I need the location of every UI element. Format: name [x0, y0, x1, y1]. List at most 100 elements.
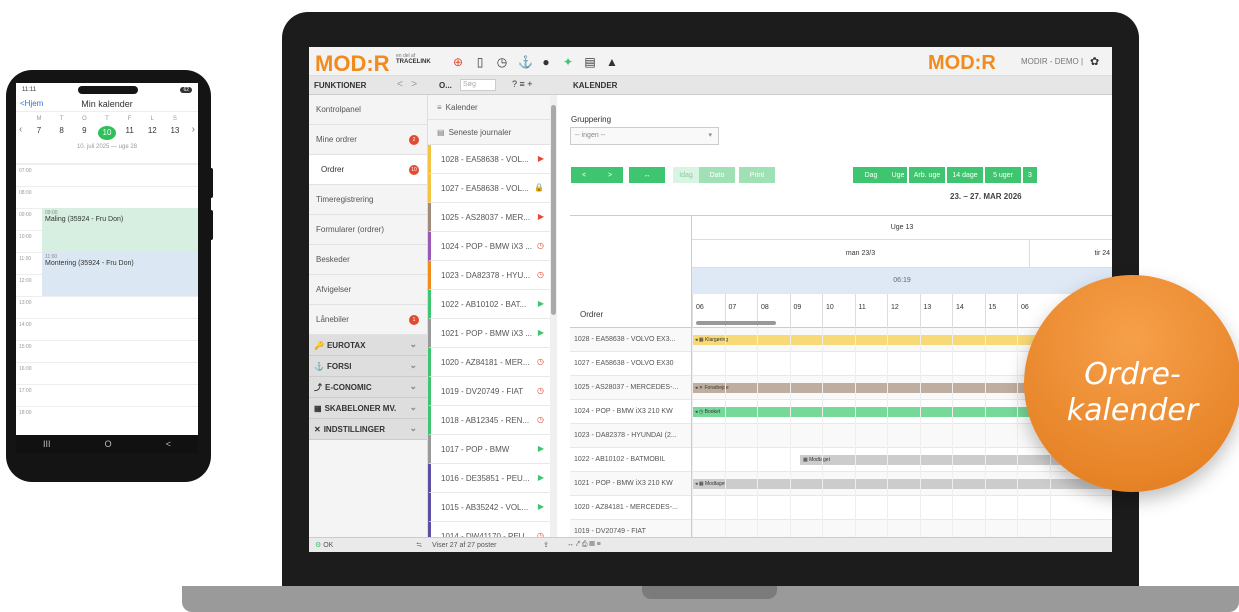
sidebar-item[interactable]: Beskeder	[309, 245, 427, 275]
sidebar-group[interactable]: ⚓ FORSI ⌄	[309, 356, 427, 377]
sidebar-item[interactable]: Lånebiler 1	[309, 305, 427, 335]
day-number[interactable]: 8	[53, 126, 71, 140]
sidebar-item[interactable]: Timeregistrering	[309, 185, 427, 215]
sidebar-group[interactable]: ⤴ E-CONOMIC ⌄	[309, 377, 427, 398]
grouping-select[interactable]: -- ingen -- ▾	[570, 127, 719, 145]
sidebar-group[interactable]: ▦ SKABELONER MV. ⌄	[309, 398, 427, 419]
calendar-button[interactable]: Print	[739, 167, 775, 183]
calendar-button[interactable]: Uge	[889, 167, 907, 183]
calendar-button[interactable]: <	[571, 167, 597, 183]
chevron-down-icon: ⌄	[409, 402, 417, 412]
calendar-footer-icons[interactable]: ↔ ⤤ ⎙ ▤ ≡	[567, 541, 601, 549]
nav-back-icon[interactable]: <	[397, 79, 403, 90]
prev-week-arrow-icon[interactable]: ‹	[19, 124, 22, 135]
sidebar-group[interactable]: 🔑 EUROTAX ⌄	[309, 335, 427, 356]
order-row[interactable]: 1020 - AZ84181 - MER... ◷	[428, 348, 556, 377]
calendar-button[interactable]: Arb. uge	[909, 167, 945, 183]
order-row[interactable]: 1019 - DV20749 - FIAT ◷	[428, 377, 556, 406]
gantt-row[interactable]: 1020 - AZ84181 - MERCEDES-...	[570, 496, 1112, 520]
calendar-event[interactable]: 11:00 Montering (35924 - Fru Don)	[42, 252, 198, 296]
day-number[interactable]: 9	[75, 126, 93, 140]
sidebar-item[interactable]: Ordrer 10	[309, 155, 427, 185]
keyboard-icon[interactable]: ▤	[584, 55, 596, 69]
filter-icon[interactable]: ≒	[416, 541, 422, 549]
nav-forward-icon[interactable]: >	[411, 79, 417, 90]
hour-slot[interactable]: 18:00	[16, 406, 198, 428]
order-row[interactable]: 1027 - EA58638 - VOL... 🔒	[428, 174, 556, 203]
order-label: 1022 - AB10102 - BAT...	[441, 299, 527, 309]
calendar-button[interactable]: >	[597, 167, 623, 183]
sidebar-item[interactable]: Afvigelser	[309, 275, 427, 305]
weekday-letter: M	[36, 116, 42, 122]
calendar-button[interactable]: Idag	[673, 167, 699, 183]
search-input[interactable]: Søg	[460, 79, 496, 91]
hour-slot[interactable]: 07:00	[16, 164, 198, 186]
day-number[interactable]: 7	[30, 126, 48, 140]
calendar-button[interactable]: 5 uger	[985, 167, 1021, 183]
hour-slot[interactable]: 16:00	[16, 362, 198, 384]
list-tools[interactable]: ? ≡ +	[512, 79, 533, 89]
sidebar-item[interactable]: Formularer (ordrer)	[309, 215, 427, 245]
day-number[interactable]: 10	[97, 126, 116, 140]
gantt-order-label: 1027 - EA58638 - VOLVO EX30	[570, 352, 692, 376]
order-row[interactable]: 1028 - EA58638 - VOL... ▶	[428, 145, 556, 174]
tab-icon: ▤	[437, 127, 445, 137]
order-row[interactable]: 1017 - POP - BMW ▶	[428, 435, 556, 464]
chat-icon[interactable]: ●	[540, 55, 552, 69]
calendar-event[interactable]: 09:00 Maling (35924 - Fru Don)	[42, 208, 198, 252]
phone-icon[interactable]: ▯	[474, 55, 486, 69]
gear-icon[interactable]: ✿	[1090, 55, 1099, 68]
day-number[interactable]: 13	[166, 126, 184, 140]
day-number[interactable]: 12	[143, 126, 161, 140]
modir-logo[interactable]: MOD:R	[315, 51, 390, 77]
anchor-icon[interactable]: ⚓	[518, 55, 533, 69]
lifebuoy-icon[interactable]: ⊕	[452, 55, 464, 69]
hour-slot[interactable]: 13:00	[16, 296, 198, 318]
event-title: Maling (35924 - Fru Don)	[45, 216, 124, 223]
sidebar-group[interactable]: ✕ INDSTILLINGER ⌄	[309, 419, 427, 440]
order-list-scrollbar[interactable]	[550, 95, 557, 537]
sidebar-nav-arrows[interactable]: < >	[397, 79, 417, 90]
calendar-button[interactable]: 3	[1023, 167, 1037, 183]
recents-button[interactable]: III	[43, 439, 51, 449]
tab-icon: ≡	[437, 102, 442, 112]
order-row[interactable]: 1023 - DA82378 - HYU... ◷	[428, 261, 556, 290]
export-icon[interactable]: ⇪	[543, 541, 549, 549]
calendar-button[interactable]: 14 dage	[947, 167, 983, 183]
back-nav-button[interactable]: <	[166, 439, 171, 449]
order-row[interactable]: 1025 - AS28037 - MER... ▶	[428, 203, 556, 232]
user-label[interactable]: MODIR - DEMO |	[1021, 57, 1083, 66]
calendar-button[interactable]: Dato	[699, 167, 735, 183]
list-tab[interactable]: ▤ Seneste journaler	[428, 120, 556, 145]
hour-header: 12	[887, 294, 920, 328]
order-row[interactable]: 1022 - AB10102 - BAT... ▶	[428, 290, 556, 319]
hour-slot[interactable]: 08:00	[16, 186, 198, 208]
hour-slot[interactable]: 15:00	[16, 340, 198, 362]
gantt-horizontal-scrollbar[interactable]	[696, 321, 776, 325]
back-button[interactable]: <Hjem	[16, 99, 43, 108]
hour-label: 13:00	[19, 300, 32, 306]
sidebar-item[interactable]: Mine ordrer 2	[309, 125, 427, 155]
gantt-row[interactable]: 1022 - AB10102 - BATMOBIL ▦ Modtaget	[570, 448, 1112, 472]
home-button[interactable]: O	[105, 439, 112, 449]
calendar-button[interactable]: Dag	[853, 167, 889, 183]
day-number[interactable]: 11	[121, 126, 139, 140]
order-row[interactable]: 1016 - DE35851 - PEU... ▶	[428, 464, 556, 493]
order-row[interactable]: 1015 - AB35242 - VOL... ▶	[428, 493, 556, 522]
scroll-thumb[interactable]	[551, 105, 556, 315]
order-row[interactable]: 1024 - POP - BMW iX3 ... ◷	[428, 232, 556, 261]
hour-slot[interactable]: 14:00	[16, 318, 198, 340]
order-row[interactable]: 1021 - POP - BMW iX3 ... ▶	[428, 319, 556, 348]
warning-icon[interactable]: ▲	[606, 55, 618, 69]
list-tab[interactable]: ≡ Kalender	[428, 95, 556, 120]
next-week-arrow-icon[interactable]: ›	[192, 124, 195, 135]
clock-alert-icon[interactable]: ◷	[496, 55, 508, 69]
order-row[interactable]: 1018 - AB12345 - REN... ◷	[428, 406, 556, 435]
gantt-row[interactable]: 1021 - POP - BMW iX3 210 KW ◂ ▦ Modtaget	[570, 472, 1112, 496]
weekday-letter: L	[150, 116, 154, 122]
sidebar-item[interactable]: Kontrolpanel	[309, 95, 427, 125]
calendar-button[interactable]: ↔	[629, 167, 665, 183]
sync-icon[interactable]: ✦	[562, 55, 574, 69]
hour-slot[interactable]: 17:00	[16, 384, 198, 406]
top-bar: MOD:R en del af TRACELINK ⊕ ▯ ◷ ⚓ ● ✦ ▤ ▲ MOD:R …	[309, 47, 1112, 76]
